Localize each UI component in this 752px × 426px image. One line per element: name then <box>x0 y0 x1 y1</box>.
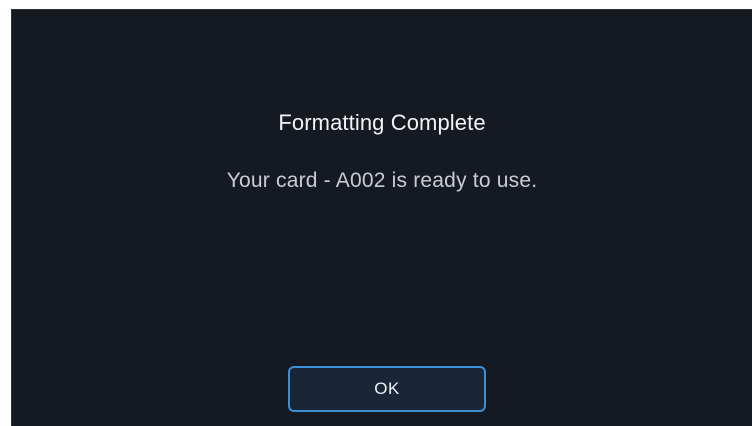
dialog-message: Your card - A002 is ready to use. <box>226 169 538 192</box>
formatting-complete-dialog: Formatting Complete Your card - A002 is … <box>11 9 752 426</box>
ok-button[interactable]: OK <box>288 366 486 412</box>
dialog-title: Formatting Complete <box>278 110 486 135</box>
